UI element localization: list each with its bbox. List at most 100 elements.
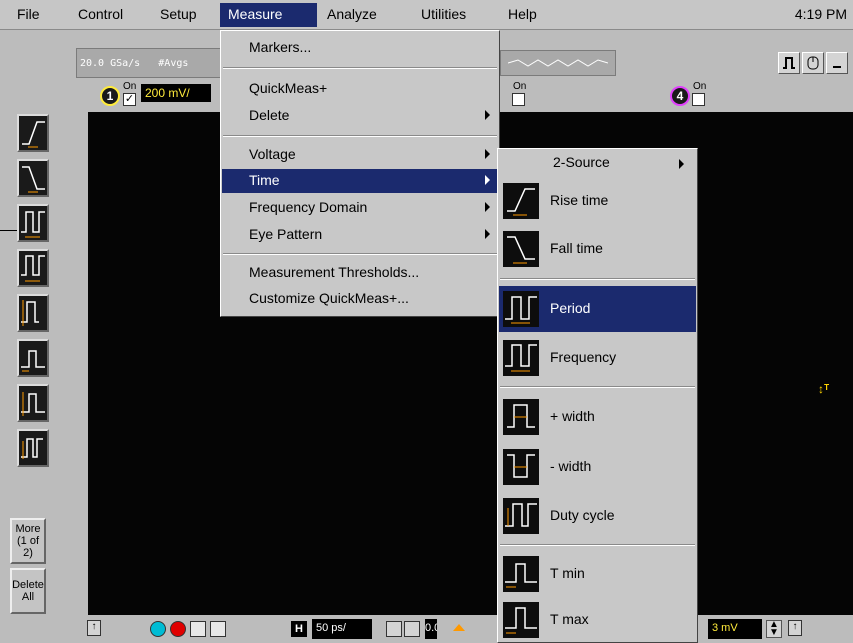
channel-1-scale[interactable]: 200 mV/ [141,84,211,102]
t-max-tool-icon[interactable] [17,384,49,422]
channel-3-checkbox[interactable] [512,93,525,106]
horizontal-label: H [291,621,307,637]
delete-label: Delete [249,107,290,123]
scroll-up-icon[interactable]: ↑ [87,620,101,636]
menu-separator [500,386,695,388]
quickmeas-label: QuickMeas+ [249,80,328,96]
menu-item-quickmeas[interactable]: QuickMeas+ [222,77,498,101]
plus-width-icon [503,399,539,435]
menu-control[interactable]: Control [78,6,123,22]
menu-item-duty-cycle[interactable]: Duty cycle [499,493,696,539]
frequency-domain-label: Frequency Domain [249,199,368,215]
mouse-icon[interactable] [802,52,824,74]
channel-4-badge[interactable]: 4 [670,86,690,106]
delete-all-label-2: All [21,591,35,603]
single-icon[interactable] [190,621,206,637]
trigger-marker-icon: ↕ᵀ [818,382,830,396]
menu-item-time[interactable]: Time [222,169,498,193]
markers-label: Markers... [249,39,312,55]
channel-4-checkbox[interactable] [692,93,705,106]
menu-measure[interactable]: Measure [220,3,317,27]
menu-file[interactable]: File [17,6,40,22]
menu-setup[interactable]: Setup [160,6,197,22]
trigger-level[interactable]: 3 mV [708,619,762,639]
minimize-icon[interactable] [826,52,848,74]
rise-time-tool-icon[interactable] [17,114,49,152]
menu-item-period[interactable]: Period [499,286,696,332]
menu-item-t-min[interactable]: T min [499,551,696,597]
channel-1-checkbox[interactable]: ✓ [123,93,136,106]
duty-cycle-tool-icon[interactable] [17,429,49,467]
waveform-preview-icon [508,59,608,67]
channel-3-on-label: On [513,81,527,92]
pulse-view-icon[interactable] [778,52,800,74]
menu-item-fall-time[interactable]: Fall time [499,226,696,272]
scroll-up-right-icon[interactable]: ↑ [788,620,802,636]
two-source-label: 2-Source [553,154,610,170]
t-min-label: T min [550,565,585,581]
plus-width-tool-icon[interactable] [17,294,49,332]
submenu-arrow-icon [485,229,490,239]
menu-item-frequency[interactable]: Frequency [499,335,696,381]
print-icon[interactable] [210,621,226,637]
menu-item-minus-width[interactable]: - width [499,444,696,490]
period-label: Period [550,300,591,316]
menu-item-markers[interactable]: Markers... [222,36,498,60]
frequency-label: Frequency [550,349,617,365]
minus-width-icon [503,449,539,485]
view-buttons [768,48,853,78]
fall-time-tool-icon[interactable] [17,159,49,197]
menu-item-t-max[interactable]: T max [499,597,696,643]
menu-item-frequency-domain[interactable]: Frequency Domain [222,196,498,220]
delete-all-label-1: Delete [12,579,44,591]
thresholds-label: Measurement Thresholds... [249,264,420,280]
submenu-arrow-icon [679,159,684,169]
fall-time-icon [503,231,539,267]
menu-item-rise-time[interactable]: Rise time [499,178,696,224]
more-button[interactable]: More (1 of 2) [10,518,46,564]
level-spinner-icon[interactable]: ▲ ▼ [766,620,782,638]
menu-item-customize-quickmeas[interactable]: Customize QuickMeas+... [222,287,498,311]
delete-all-button[interactable]: Delete All [10,568,46,614]
sample-rate: 20.0 GSa/s [80,58,141,69]
trigger-mode-icon[interactable] [404,621,420,637]
clock: 4:19 PM [794,6,847,22]
trigger-position[interactable]: 0.0 [425,619,437,639]
rise-time-icon [503,183,539,219]
menu-item-delete[interactable]: Delete [222,104,498,128]
submenu-arrow-icon [485,149,490,159]
menu-item-voltage[interactable]: Voltage [222,143,498,167]
t-max-icon [503,602,539,638]
customize-quickmeas-label: Customize QuickMeas+... [249,290,409,306]
channel-1-badge[interactable]: 1 [100,86,120,106]
callout-line [0,230,17,231]
menu-item-2-source[interactable]: 2-Source [499,152,696,176]
voltage-label: Voltage [249,146,296,162]
fall-time-label: Fall time [550,240,603,256]
t-min-tool-icon[interactable] [17,339,49,377]
period-icon [503,291,539,327]
frequency-icon [503,340,539,376]
menu-item-thresholds[interactable]: Measurement Thresholds... [222,261,498,285]
minus-width-label: - width [550,458,592,474]
frequency-tool-icon[interactable] [17,249,49,287]
menu-help[interactable]: Help [508,6,537,22]
duty-cycle-icon [503,498,539,534]
menu-item-eye-pattern[interactable]: Eye Pattern [222,223,498,247]
menu-utilities[interactable]: Utilities [421,6,466,22]
menu-separator [223,253,497,255]
t-max-label: T max [550,611,589,627]
run-icon[interactable] [150,621,166,637]
period-tool-icon[interactable] [17,204,49,242]
menu-separator [223,135,497,137]
menu-separator [500,278,695,280]
stop-icon[interactable] [170,621,186,637]
rise-time-label: Rise time [550,192,609,208]
eye-pattern-label: Eye Pattern [249,226,323,242]
time-submenu: 2-Source Rise time Fall time Period Freq… [497,148,698,643]
menu-item-plus-width[interactable]: + width [499,394,696,440]
menu-analyze[interactable]: Analyze [327,6,377,22]
trigger-slope-icon[interactable] [386,621,402,637]
timebase-scale[interactable]: 50 ps/ [312,619,372,639]
time-label: Time [249,172,280,188]
